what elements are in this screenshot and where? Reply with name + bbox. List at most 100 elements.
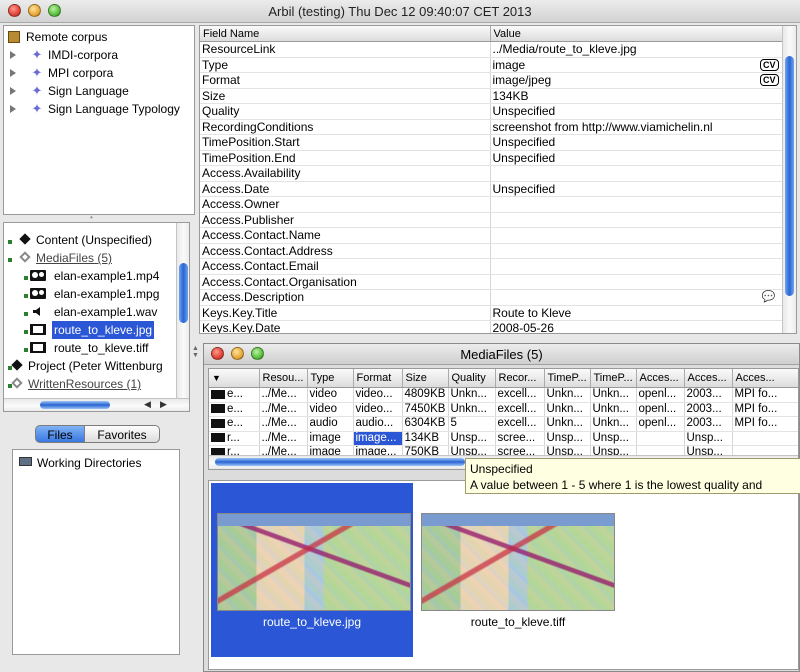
- media-column-header[interactable]: Acces...: [636, 369, 685, 388]
- media-cell[interactable]: image...: [353, 431, 403, 446]
- media-cell[interactable]: 2003...: [684, 402, 733, 417]
- field-value-cell[interactable]: image CV: [490, 57, 783, 73]
- media-cell[interactable]: Unsp...: [544, 431, 591, 446]
- media-row[interactable]: e... ../Me... video video... 4809KB Unkn... ex…: [209, 387, 798, 403]
- fields-vscrollbar[interactable]: [782, 26, 796, 333]
- media-cell[interactable]: openl...: [636, 416, 685, 432]
- field-value-cell[interactable]: [490, 258, 783, 275]
- media-cell[interactable]: video: [307, 402, 354, 417]
- media-cell[interactable]: audio: [307, 416, 354, 432]
- description-bubble-icon[interactable]: 💬: [762, 290, 776, 304]
- media-row[interactable]: e... ../Me... video video... 7450KB Unkn... ex…: [209, 402, 798, 417]
- column-header-value[interactable]: Value: [490, 26, 783, 42]
- media-column-header[interactable]: Acces...: [732, 369, 798, 388]
- media-column-header[interactable]: Quality: [448, 369, 496, 388]
- field-value-cell[interactable]: ../Media/route_to_kleve.jpg: [490, 41, 783, 58]
- media-cell[interactable]: video...: [353, 402, 403, 417]
- media-row[interactable]: e... ../Me... audio audio... 6304KB 5 excell..…: [209, 416, 798, 432]
- field-row[interactable]: Format image/jpeg CV: [200, 72, 783, 89]
- field-row[interactable]: Access.Contact.Email: [200, 258, 783, 275]
- field-row[interactable]: Size 134KB: [200, 88, 783, 104]
- field-row[interactable]: Access.Date Unspecified: [200, 181, 783, 197]
- media-cell[interactable]: ../Me...: [259, 416, 308, 432]
- media-cell[interactable]: Unkn...: [590, 387, 637, 403]
- media-cell[interactable]: ../Me...: [259, 431, 308, 446]
- media-cell[interactable]: Unkn...: [544, 416, 591, 432]
- field-row[interactable]: Quality Unspecified: [200, 103, 783, 120]
- field-value-cell[interactable]: Route to Kleve: [490, 305, 783, 321]
- media-cell[interactable]: Unkn...: [544, 402, 591, 417]
- media-cell[interactable]: e...: [209, 402, 260, 417]
- media-cell[interactable]: Unkn...: [448, 402, 496, 417]
- expand-arrow-icon[interactable]: [10, 105, 16, 113]
- sort-arrow-icon[interactable]: ▼: [212, 373, 221, 383]
- field-value-cell[interactable]: Unspecified: [490, 134, 783, 151]
- scroll-right-arrow-icon[interactable]: ▶: [160, 399, 167, 410]
- field-row[interactable]: Keys.Key.Title Route to Kleve: [200, 305, 783, 321]
- media-cell[interactable]: 5: [448, 416, 496, 432]
- thumbnail-route-jpg-selected[interactable]: route_to_kleve.jpg: [211, 483, 413, 657]
- field-value-cell[interactable]: 134KB: [490, 88, 783, 104]
- scroll-thumb[interactable]: [179, 263, 188, 323]
- expand-arrow-icon[interactable]: [10, 51, 16, 59]
- field-value-cell[interactable]: Unspecified: [490, 150, 783, 166]
- media-cell[interactable]: Unsp...: [448, 431, 496, 446]
- media-cell[interactable]: ../Me...: [259, 402, 308, 417]
- media-cell[interactable]: 2003...: [684, 387, 733, 403]
- sort-column-header[interactable]: ▼: [209, 369, 260, 388]
- media-column-header[interactable]: Acces...: [684, 369, 733, 388]
- media-column-header[interactable]: Format: [353, 369, 403, 388]
- media-cell[interactable]: scree...: [495, 431, 545, 446]
- media-cell[interactable]: e...: [209, 387, 260, 403]
- scroll-thumb[interactable]: [40, 401, 110, 409]
- media-cell[interactable]: openl...: [636, 387, 685, 403]
- media-cell[interactable]: openl...: [636, 402, 685, 417]
- field-row[interactable]: ResourceLink ../Media/route_to_kleve.jpg: [200, 41, 783, 58]
- media-cell[interactable]: MPI fo...: [732, 402, 798, 417]
- media-cell[interactable]: image: [307, 431, 354, 446]
- tree-item-sign-language[interactable]: ✦ Sign Language: [10, 82, 190, 100]
- field-value-cell[interactable]: [490, 196, 783, 213]
- local-tree-hscrollbar[interactable]: ◀ ▶: [4, 398, 189, 411]
- tab-favorites[interactable]: Favorites: [84, 425, 160, 443]
- scroll-left-arrow-icon[interactable]: ◀: [144, 399, 151, 410]
- field-row[interactable]: Access.Publisher: [200, 212, 783, 228]
- media-cell[interactable]: Unkn...: [544, 387, 591, 403]
- field-row[interactable]: Access.Availability: [200, 165, 783, 182]
- field-row[interactable]: Keys.Key.Date 2008-05-26: [200, 320, 783, 333]
- field-value-cell[interactable]: [490, 243, 783, 259]
- media-cell[interactable]: r...: [209, 431, 260, 446]
- field-value-cell[interactable]: Unspecified: [490, 103, 783, 120]
- media-cell[interactable]: e...: [209, 416, 260, 432]
- media-cell[interactable]: [636, 431, 685, 446]
- tab-files[interactable]: Files: [35, 425, 85, 443]
- field-value-cell[interactable]: [490, 212, 783, 228]
- controlled-vocabulary-icon[interactable]: CV: [759, 58, 779, 71]
- field-row[interactable]: TimePosition.End Unspecified: [200, 150, 783, 166]
- field-value-cell[interactable]: image/jpeg CV: [490, 72, 783, 89]
- field-row[interactable]: Access.Contact.Address: [200, 243, 783, 259]
- scroll-thumb[interactable]: [785, 56, 794, 296]
- scroll-thumb[interactable]: [215, 458, 465, 466]
- media-column-header[interactable]: TimeP...: [590, 369, 637, 388]
- expand-arrow-icon[interactable]: [10, 87, 16, 95]
- media-cell[interactable]: Unkn...: [590, 402, 637, 417]
- field-row[interactable]: TimePosition.Start Unspecified: [200, 134, 783, 151]
- field-row[interactable]: Access.Owner: [200, 196, 783, 213]
- local-tree-vscrollbar[interactable]: [176, 223, 189, 398]
- splitter-arrows-icon[interactable]: ▲ ▼: [192, 345, 199, 359]
- field-value-cell[interactable]: screenshot from http://www.viamichelin.n…: [490, 119, 783, 135]
- field-row[interactable]: Access.Description 💬: [200, 289, 783, 306]
- media-cell[interactable]: 6304KB: [402, 416, 449, 432]
- field-value-cell[interactable]: [490, 227, 783, 244]
- media-cell[interactable]: Unkn...: [590, 416, 637, 432]
- media-cell[interactable]: video...: [353, 387, 403, 403]
- tree-item-imdi-corpora[interactable]: ✦ IMDI-corpora: [10, 46, 190, 64]
- media-cell[interactable]: excell...: [495, 402, 545, 417]
- tree-item-project[interactable]: Project (Peter Wittenburg: [8, 357, 178, 375]
- field-row[interactable]: Access.Contact.Organisation: [200, 274, 783, 290]
- column-header-field-name[interactable]: Field Name: [200, 26, 491, 42]
- media-column-header[interactable]: TimeP...: [544, 369, 591, 388]
- media-cell[interactable]: MPI fo...: [732, 416, 798, 432]
- media-cell[interactable]: [732, 431, 798, 446]
